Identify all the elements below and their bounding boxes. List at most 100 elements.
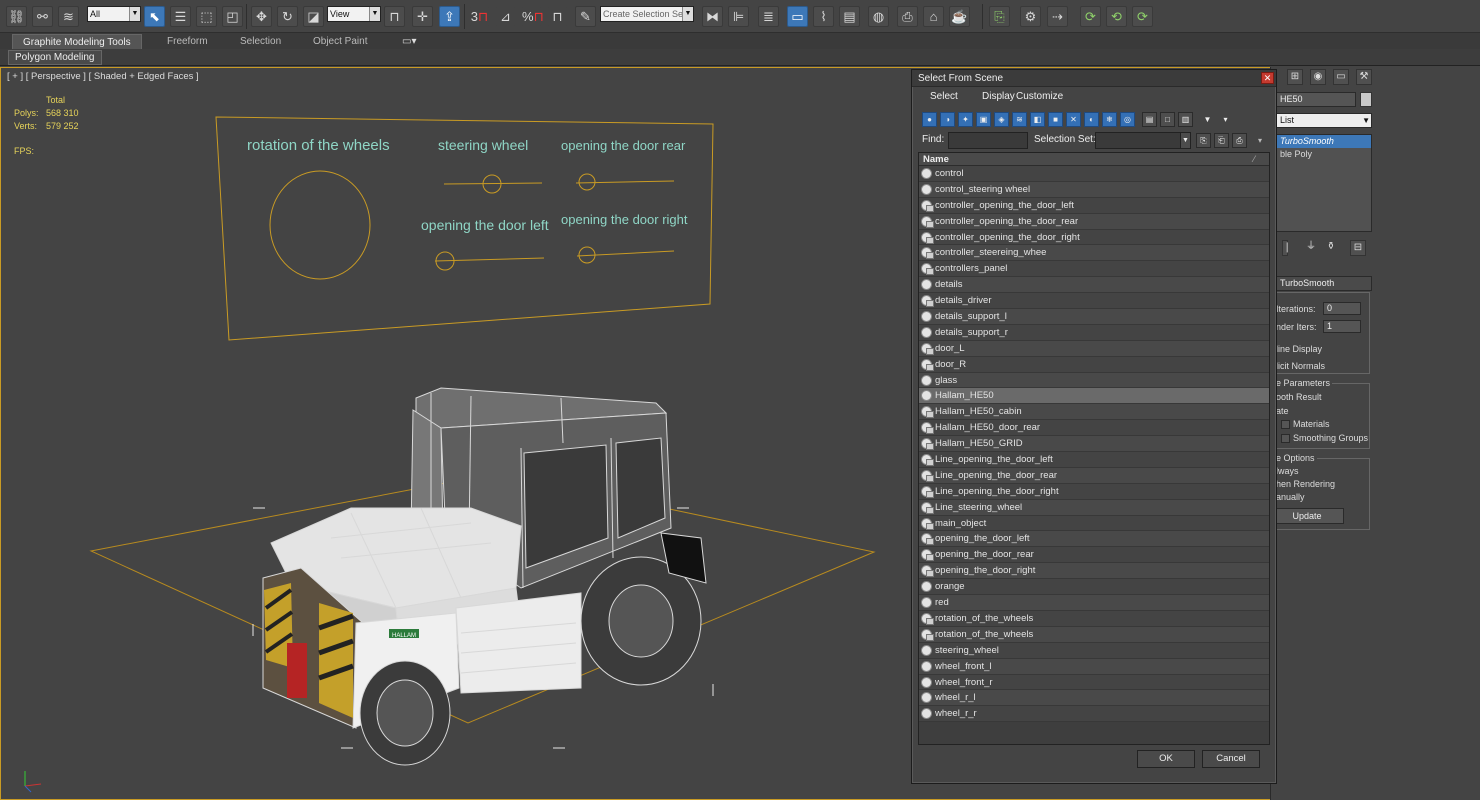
pin-stack-icon[interactable]: ❘ (1282, 240, 1291, 256)
list-item[interactable]: Line_opening_the_door_left (919, 452, 1269, 468)
rotate-icon[interactable]: ↻ (277, 6, 298, 27)
window-crossing-icon[interactable]: ◰ (222, 6, 243, 27)
utilities-tab-icon[interactable]: ⚒ (1356, 69, 1372, 85)
close-icon[interactable]: ✕ (1261, 72, 1274, 84)
plugin-tool-icon[interactable]: ⇢ (1047, 6, 1068, 27)
iterations-spinner[interactable]: 0 (1323, 302, 1361, 315)
bind-to-space-warp-icon[interactable]: ≋ (58, 6, 79, 27)
list-item[interactable]: steering_wheel (919, 642, 1269, 659)
turbosmooth-rollout-header[interactable]: TurboSmooth (1276, 276, 1372, 291)
angle-snap-icon[interactable]: ⊿ (495, 6, 516, 27)
tab-object-paint[interactable]: Object Paint (303, 34, 377, 49)
tab-freeform[interactable]: Freeform (157, 34, 218, 49)
smooth-result-label[interactable]: ooth Result (1276, 392, 1322, 402)
funnel-icon[interactable]: ▼ (1200, 112, 1215, 127)
list-item[interactable]: Line_opening_the_door_rear (919, 467, 1269, 484)
find-input[interactable] (948, 132, 1028, 149)
display-tab-icon[interactable]: ▭ (1333, 69, 1349, 85)
rectangle-selection-icon[interactable]: ⬚ (196, 6, 217, 27)
list-item[interactable]: opening_the_door_right (919, 563, 1269, 580)
name-column-header[interactable]: Name ⁄ (919, 153, 1269, 166)
filter-xrefs-icon[interactable]: ■ (1048, 112, 1063, 127)
list-item[interactable]: controllers_panel (919, 261, 1269, 278)
when-rendering-label[interactable]: hen Rendering (1276, 479, 1335, 489)
configure-modifier-sets-icon[interactable]: ⊟ (1350, 240, 1366, 256)
object-name-field[interactable]: HE50 (1276, 92, 1356, 107)
select-object-icon[interactable]: ⬉ (144, 6, 165, 27)
filter-lights-icon[interactable]: ✦ (958, 112, 973, 127)
remove-selection-set-icon[interactable]: ⎗ (1214, 133, 1229, 148)
filter-shapes-icon[interactable]: ◑ (940, 112, 955, 127)
menu-display[interactable]: Display (982, 91, 1015, 102)
snaps-toggle-icon[interactable]: 3⊓ (469, 6, 490, 27)
manipulate-icon[interactable]: ✛ (412, 6, 433, 27)
manually-label[interactable]: anually (1276, 492, 1305, 502)
keyboard-shortcut-override-icon[interactable]: ⇪ (439, 6, 460, 27)
menu-customize[interactable]: Customize (1016, 91, 1063, 102)
list-item[interactable]: Hallam_HE50 (919, 388, 1269, 405)
selection-filter-dropdown[interactable]: All ▼ (87, 6, 141, 22)
edit-named-selection-icon[interactable]: ✎ (575, 6, 596, 27)
list-item[interactable]: controller_steereing_whee (919, 245, 1269, 262)
list-item[interactable]: wheel_r_r (919, 706, 1269, 723)
render-iters-spinner[interactable]: 1 (1323, 320, 1361, 333)
plugin-tool-icon[interactable]: ⚙ (1020, 6, 1041, 27)
tab-graphite-modeling-tools[interactable]: Graphite Modeling Tools (12, 34, 142, 49)
modifier-list-dropdown[interactable]: List ▼ (1276, 113, 1372, 128)
make-unique-icon[interactable]: ⚱ (1323, 240, 1339, 256)
list-item[interactable]: control_steering wheel (919, 181, 1269, 198)
select-by-name-icon[interactable]: ☰ (170, 6, 191, 27)
ok-button[interactable]: OK (1137, 750, 1195, 768)
list-item[interactable]: door_R (919, 356, 1269, 373)
render-production-icon[interactable]: ☕ (949, 6, 970, 27)
list-item[interactable]: orange (919, 579, 1269, 596)
mirror-icon[interactable]: ⧓ (702, 6, 723, 27)
always-label[interactable]: lways (1276, 466, 1299, 476)
filter-containers-icon[interactable]: ◐ (1084, 112, 1099, 127)
list-item[interactable]: rotation_of_the_wheels (919, 626, 1269, 643)
list-item[interactable]: control (919, 166, 1269, 182)
rendered-frame-window-icon[interactable]: ⌂ (923, 6, 944, 27)
materials-checkbox[interactable] (1281, 420, 1290, 429)
list-item[interactable]: wheel_front_r (919, 674, 1269, 691)
list-item[interactable]: details (919, 277, 1269, 294)
scale-icon[interactable]: ◪ (303, 6, 324, 27)
list-item[interactable]: wheel_r_l (919, 690, 1269, 707)
collapse-icon[interactable]: ▾ (1258, 136, 1262, 145)
list-item[interactable]: Line_steering_wheel (919, 499, 1269, 516)
list-item[interactable]: main_object (919, 515, 1269, 532)
dialog-title-bar[interactable]: Select From Scene (912, 70, 1276, 87)
menu-select[interactable]: Select (930, 91, 958, 102)
list-item[interactable]: wheel_front_l (919, 658, 1269, 675)
curve-editor-icon[interactable]: ⌇ (813, 6, 834, 27)
list-item[interactable]: details_driver (919, 293, 1269, 310)
stack-item-editable-poly[interactable]: ble Poly (1277, 148, 1371, 161)
isoline-display-label[interactable]: line Display (1276, 344, 1322, 354)
ribbon-options-icon[interactable]: ▭▾ (392, 34, 426, 49)
filter-frozen-icon[interactable]: ❄ (1102, 112, 1117, 127)
list-item[interactable]: rotation_of_the_wheels (919, 610, 1269, 627)
list-item[interactable]: details_support_r (919, 324, 1269, 341)
list-item[interactable]: controller_opening_the_door_left (919, 197, 1269, 214)
align-icon[interactable]: ⊫ (728, 6, 749, 27)
display-invert-icon[interactable]: ▥ (1178, 112, 1193, 127)
stack-item-turbosmooth[interactable]: TurboSmooth (1277, 135, 1371, 148)
list-item[interactable]: red (919, 595, 1269, 611)
plugin-tool-icon[interactable]: ⟳ (1132, 6, 1153, 27)
display-none-icon[interactable]: □ (1160, 112, 1175, 127)
list-item[interactable]: door_L (919, 340, 1269, 357)
material-editor-icon[interactable]: ◍ (868, 6, 889, 27)
schematic-view-icon[interactable]: ▤ (839, 6, 860, 27)
list-item[interactable]: Hallam_HE50_door_rear (919, 420, 1269, 437)
update-button[interactable]: Update (1270, 508, 1344, 524)
graphite-modeling-toggle-icon[interactable]: ▭ (787, 6, 808, 27)
tab-selection[interactable]: Selection (230, 34, 291, 49)
list-item[interactable]: Line_opening_the_door_right (919, 483, 1269, 500)
object-color-swatch[interactable] (1360, 92, 1372, 107)
filter-helpers-icon[interactable]: ◈ (994, 112, 1009, 127)
list-item[interactable]: opening_the_door_rear (919, 547, 1269, 564)
filter-cameras-icon[interactable]: ▣ (976, 112, 991, 127)
selection-set-dropdown[interactable]: ▼ (1095, 132, 1191, 149)
layer-manager-icon[interactable]: ≣ (758, 6, 779, 27)
spinner-snap-icon[interactable]: ⊓ (547, 6, 568, 27)
